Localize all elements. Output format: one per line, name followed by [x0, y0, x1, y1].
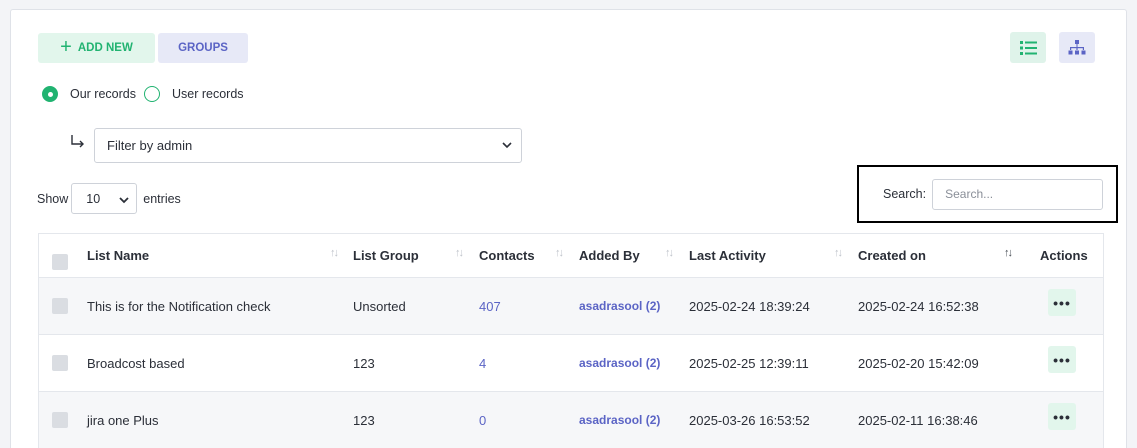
added-by-link[interactable]: asadrasool (2) [579, 278, 660, 334]
entries-label: entries [143, 191, 181, 206]
list-group-cell: 123 [353, 412, 375, 428]
add-new-label: ADD NEW [77, 42, 133, 54]
our-records-label: Our records [70, 87, 136, 101]
table-row: This is for the Notification check Unsor… [39, 277, 1103, 334]
header-list-group[interactable]: List Group [353, 234, 419, 277]
chevron-down-icon [502, 142, 512, 149]
contacts-link[interactable]: 407 [479, 278, 501, 334]
list-view-button[interactable] [1010, 32, 1046, 63]
row-checkbox[interactable] [52, 355, 68, 371]
created-on-cell: 2025-02-20 15:42:09 [858, 355, 979, 371]
records-radio-group: Our records User records [42, 86, 252, 102]
lists-table: List Name ↑↓ List Group ↑↓ Contacts ↑↓ A… [38, 233, 1104, 448]
filter-select-value: Filter by admin [107, 138, 193, 153]
chevron-down-icon [119, 197, 129, 204]
row-checkbox[interactable] [52, 412, 68, 428]
search-label: Search: [883, 187, 927, 201]
our-records-radio[interactable] [42, 86, 58, 102]
added-by-link[interactable]: asadrasool (2) [579, 335, 660, 391]
contacts-link[interactable]: 4 [479, 335, 486, 391]
header-added-by[interactable]: Added By [579, 234, 640, 277]
filter-by-admin-select[interactable]: Filter by admin [94, 128, 522, 163]
list-name-cell: Broadcost based [87, 355, 185, 371]
list-group-cell: Unsorted [353, 298, 406, 314]
list-name-cell: This is for the Notification check [87, 298, 271, 314]
header-list-name[interactable]: List Name [87, 234, 149, 277]
sitemap-icon [1068, 40, 1086, 55]
search-highlight-box: Search: [857, 165, 1118, 223]
table-header-row: List Name ↑↓ List Group ↑↓ Contacts ↑↓ A… [39, 234, 1103, 277]
sort-icon[interactable]: ↑↓ [455, 247, 464, 259]
sort-icon[interactable]: ↑↓ [834, 247, 843, 259]
created-on-cell: 2025-02-11 16:38:46 [858, 412, 978, 428]
groups-button[interactable]: GROUPS [158, 33, 248, 63]
contacts-link[interactable]: 0 [479, 392, 486, 448]
plus-icon: + [60, 36, 72, 58]
last-activity-cell: 2025-02-24 18:39:24 [689, 298, 810, 314]
sort-icon[interactable]: ↑↓ [555, 247, 564, 259]
tree-view-button[interactable] [1059, 32, 1095, 63]
list-name-cell: jira one Plus [87, 412, 159, 428]
select-all-checkbox[interactable] [52, 254, 68, 270]
sort-desc-icon[interactable]: ↑↓ [1004, 247, 1013, 259]
lists-card: + ADD NEW GROUPS Our records User record… [10, 9, 1127, 448]
row-actions-button[interactable]: ••• [1048, 346, 1076, 373]
list-icon [1019, 40, 1037, 55]
list-group-cell: 123 [353, 355, 375, 371]
row-actions-button[interactable]: ••• [1048, 403, 1076, 430]
user-records-radio[interactable] [144, 86, 160, 102]
table-row: jira one Plus 123 0 asadrasool (2) 2025-… [39, 391, 1103, 448]
search-input[interactable] [932, 178, 1104, 210]
entries-value: 10 [86, 191, 101, 206]
sort-icon[interactable]: ↑↓ [665, 247, 674, 259]
entries-control: Show 10 entries [37, 183, 181, 214]
header-last-activity[interactable]: Last Activity [689, 234, 766, 277]
show-label: Show [37, 191, 69, 206]
table-row: Broadcost based 123 4 asadrasool (2) 202… [39, 334, 1103, 391]
header-created-on[interactable]: Created on [858, 234, 926, 277]
header-contacts[interactable]: Contacts [479, 234, 535, 277]
sort-icon[interactable]: ↑↓ [330, 247, 339, 259]
subdirectory-arrow-icon [71, 135, 84, 148]
added-by-link[interactable]: asadrasool (2) [579, 392, 660, 448]
row-checkbox[interactable] [52, 298, 68, 314]
add-new-button[interactable]: + ADD NEW [38, 33, 155, 63]
last-activity-cell: 2025-03-26 16:53:52 [689, 412, 810, 428]
last-activity-cell: 2025-02-25 12:39:11 [689, 355, 809, 371]
user-records-label: User records [172, 87, 244, 101]
row-actions-button[interactable]: ••• [1048, 289, 1076, 316]
entries-select[interactable]: 10 [71, 183, 138, 214]
header-actions: Actions [1040, 248, 1088, 263]
created-on-cell: 2025-02-24 16:52:38 [858, 298, 979, 314]
